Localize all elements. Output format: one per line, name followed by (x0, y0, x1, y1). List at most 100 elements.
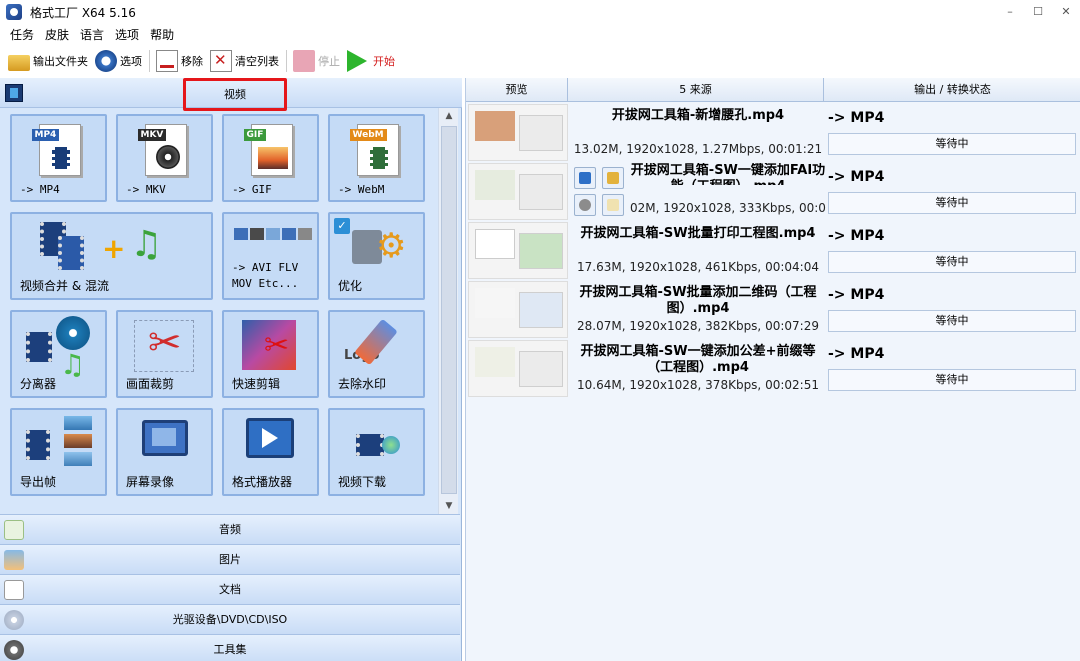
video-thumbnail (468, 281, 568, 338)
task-row[interactable]: 开拔网工具箱-新增腰孔.mp4 13.02M, 1920x1028, 1.27M… (466, 104, 1080, 163)
tile-label: 导出帧 (20, 475, 57, 489)
remove-label: 移除 (181, 55, 203, 68)
task-row[interactable]: 开拔网工具箱-SW批量添加二维码（工程图）.mp4 28.07M, 1920x1… (466, 281, 1080, 340)
category-document[interactable]: 文档 (0, 574, 460, 604)
task-meta: 02M, 1920x1028, 333Kbps, 00:02:0 (630, 201, 826, 215)
video-merge-mux-tile[interactable]: + ♫ 视频合并 & 混流 (10, 212, 213, 300)
screen-record-tile[interactable]: 屏幕录像 (116, 408, 213, 496)
tile-label: 视频下载 (338, 475, 387, 489)
start-button[interactable]: 开始 (347, 50, 395, 72)
film-icon (26, 430, 50, 460)
task-row[interactable]: 开拔网工具箱-SW批量打印工程图.mp4 17.63M, 1920x1028, … (466, 222, 1080, 281)
category-toolset[interactable]: 工具集 (0, 634, 460, 661)
film-icon (26, 332, 52, 362)
options-label: 选项 (120, 55, 142, 68)
scroll-down-arrow-icon[interactable]: ▼ (439, 498, 459, 514)
info-button[interactable] (574, 167, 596, 189)
image-icon (64, 434, 92, 448)
task-filename: 开拔网工具箱-新增腰孔.mp4 (611, 108, 785, 123)
video-download-tile[interactable]: 视频下载 (328, 408, 425, 496)
film-strip-icon (5, 84, 23, 102)
convert-mp4-tile[interactable]: MP4 -> MP4 (10, 114, 107, 202)
video-thumbnail (468, 222, 568, 279)
convert-mkv-tile[interactable]: MKV -> MKV (116, 114, 213, 202)
convert-webm-tile[interactable]: WebM -> WebM (328, 114, 425, 202)
scroll-thumb[interactable] (441, 126, 457, 494)
document-icon (4, 580, 24, 600)
category-image[interactable]: 图片 (0, 544, 460, 574)
image-icon (64, 452, 92, 466)
video-thumbnail (468, 340, 568, 397)
task-meta: 13.02M, 1920x1028, 1.27Mbps, 00:01:21 (573, 142, 823, 156)
tile-label: 去除水印 (338, 377, 387, 391)
start-label: 开始 (373, 55, 395, 68)
task-output-format: -> MP4 (828, 346, 885, 362)
output-folder-label: 输出文件夹 (33, 55, 88, 68)
task-row[interactable]: 开拔网工具箱-SW一键添加公差+前缀等（工程图）.mp4 10.64M, 192… (466, 340, 1080, 399)
film-stack-icon (40, 222, 92, 272)
output-folder-button[interactable]: 输出文件夹 (8, 51, 88, 71)
column-source[interactable]: 5 来源 (568, 78, 824, 102)
menu-options[interactable]: 选项 (115, 26, 139, 43)
open-folder-button[interactable] (602, 167, 624, 189)
menu-help[interactable]: 帮助 (150, 26, 174, 43)
tile-label-line1: -> AVI FLV (232, 261, 299, 274)
convert-gif-tile[interactable]: GIF -> GIF (222, 114, 319, 202)
image-icon (64, 416, 92, 430)
task-meta: 10.64M, 1920x1028, 378Kbps, 00:02:51 (577, 378, 819, 392)
quick-clip-tile[interactable]: ✂ 快速剪辑 (222, 310, 319, 398)
optimize-tile[interactable]: ✓ ⚙ 优化 (328, 212, 425, 300)
stop-button[interactable]: 停止 (293, 50, 340, 72)
tiles-scrollbar[interactable]: ▲ ▼ (438, 108, 458, 514)
tile-label: 优化 (338, 279, 363, 293)
mp4-file-icon: MP4 (31, 122, 87, 178)
clear-list-button[interactable]: 清空列表 (210, 50, 279, 72)
video-thumbnail (468, 163, 568, 220)
tile-label: -> WebM (338, 183, 385, 196)
category-disc-device[interactable]: 光驱设备\DVD\CD\ISO (0, 604, 460, 634)
info-icon (579, 172, 591, 184)
gear-icon (579, 199, 591, 211)
tools-gear-icon (4, 640, 24, 660)
tile-label: 视频合并 & 混流 (20, 279, 109, 293)
task-file-button[interactable] (602, 194, 624, 216)
remove-watermark-tile[interactable]: Logo 去除水印 (328, 310, 425, 398)
menu-task[interactable]: 任务 (10, 26, 34, 43)
gear-icon (95, 50, 117, 72)
camera-icon (152, 428, 176, 446)
format-player-tile[interactable]: 格式播放器 (222, 408, 319, 496)
remove-button[interactable]: 移除 (156, 50, 203, 72)
menu-skin[interactable]: 皮肤 (45, 26, 69, 43)
video-category-header[interactable]: 视频 (0, 78, 462, 111)
task-status: 等待中 (828, 369, 1076, 391)
folder-icon (8, 55, 30, 71)
menu-language[interactable]: 语言 (80, 26, 104, 43)
gear-icon: ⚙ (376, 226, 407, 266)
close-button[interactable]: ✕ (1052, 0, 1080, 24)
minimize-button[interactable]: – (996, 0, 1024, 24)
export-frames-tile[interactable]: 导出帧 (10, 408, 107, 496)
crop-tile[interactable]: ✂ 画面裁剪 (116, 310, 213, 398)
image-icon (4, 550, 24, 570)
category-audio[interactable]: 音频 (0, 514, 460, 544)
tile-label: -> AVI FLV MOV Etc... (232, 260, 298, 292)
clear-list-icon (210, 50, 232, 72)
task-row[interactable]: 开拔网工具箱-SW一键添加FAI功能（工程图）.mp4 02M, 1920x10… (466, 163, 1080, 222)
scroll-up-arrow-icon[interactable]: ▲ (439, 108, 459, 124)
tile-label: 屏幕录像 (126, 475, 175, 489)
video-category-label[interactable]: 视频 (183, 78, 287, 111)
function-panel: 视频 MP4 -> MP4 MKV -> MKV GIF -> GIF WebM… (0, 78, 462, 661)
disc-icon (4, 610, 24, 630)
column-preview[interactable]: 预览 (466, 78, 568, 102)
mkv-badge: MKV (137, 129, 167, 141)
task-status: 等待中 (828, 251, 1076, 273)
task-filename: 开拔网工具箱-SW批量打印工程图.mp4 (580, 226, 816, 241)
tile-label: 快速剪辑 (232, 377, 281, 391)
maximize-button[interactable]: ☐ (1024, 0, 1052, 24)
options-button[interactable]: 选项 (95, 50, 142, 72)
convert-other-formats-tile[interactable]: -> AVI FLV MOV Etc... (222, 212, 319, 300)
column-output-status[interactable]: 输出 / 转换状态 (824, 78, 1080, 102)
toolbar: 输出文件夹 选项 移除 清空列表 停止 开始 (0, 46, 1080, 76)
task-settings-button[interactable] (574, 194, 596, 216)
splitter-tile[interactable]: ♫ 分离器 (10, 310, 107, 398)
